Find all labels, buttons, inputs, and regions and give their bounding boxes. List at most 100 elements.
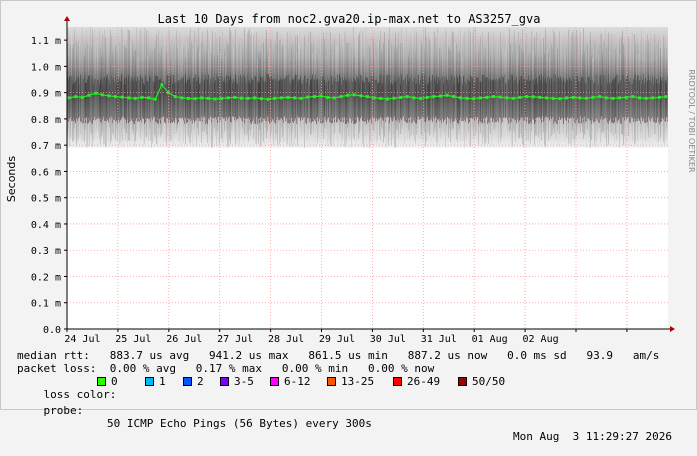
legend-swatch — [97, 377, 106, 386]
y-tick-label: 0.8 m — [31, 115, 61, 126]
series-point — [293, 96, 296, 100]
series-point — [624, 95, 628, 99]
series-point — [439, 94, 442, 98]
series-point — [107, 94, 111, 98]
legend-item-label: 3-5 — [234, 375, 254, 388]
series-point — [352, 93, 356, 97]
y-tick-label: 0.3 m — [31, 246, 61, 257]
series-point — [359, 94, 363, 98]
series-point — [372, 96, 376, 100]
series-point — [273, 96, 277, 100]
series-point — [631, 95, 635, 99]
series-point — [193, 97, 197, 101]
smoke-band — [67, 27, 668, 148]
series-point — [638, 96, 641, 100]
series-point — [379, 96, 383, 100]
series-point — [74, 95, 78, 99]
legend-item-label: 2 — [197, 375, 204, 388]
probe-row: probe: 50 ICMP Echo Pings (56 Bytes) eve… — [17, 391, 672, 456]
series-point — [299, 96, 303, 100]
series-point — [326, 95, 330, 99]
series-point — [200, 96, 204, 100]
series-point — [452, 95, 456, 99]
x-tick-label: 02 Aug — [522, 334, 558, 345]
series-point — [644, 96, 648, 100]
series-point — [80, 95, 84, 99]
series-point — [651, 96, 655, 100]
y-tick-label: 1.1 m — [31, 36, 61, 47]
x-axis-arrow — [670, 326, 675, 332]
series-point — [458, 96, 462, 100]
series-point — [160, 83, 164, 87]
series-point — [180, 96, 184, 100]
legend-item-label: 1 — [159, 375, 166, 388]
series-point — [220, 96, 224, 100]
series-point — [94, 91, 97, 95]
legend-swatch — [393, 377, 402, 386]
series-point — [246, 96, 250, 100]
series-point — [432, 95, 436, 99]
rrdtool-credit: RRDTOOL / TOBI OETIKER — [687, 69, 696, 172]
x-tick-label: 27 Jul — [217, 334, 253, 345]
series-point — [657, 95, 661, 99]
y-tick-label: 0.6 m — [31, 167, 61, 178]
series-point — [472, 97, 476, 101]
y-tick-label: 0.1 m — [31, 299, 61, 310]
series-point — [584, 96, 588, 100]
series-point — [100, 93, 104, 97]
series-point — [525, 95, 529, 99]
series-point — [405, 95, 409, 99]
series-point — [332, 96, 336, 100]
series-point — [565, 96, 568, 100]
x-tick-label: 30 Jul — [370, 334, 406, 345]
series-point — [578, 96, 582, 100]
series-point — [67, 96, 71, 100]
series-point — [266, 97, 270, 101]
series-point — [598, 95, 602, 99]
series-point — [226, 96, 230, 100]
series-point — [186, 96, 190, 100]
x-tick-label: 28 Jul — [268, 334, 304, 345]
series-point — [664, 95, 668, 99]
series-point — [319, 94, 323, 98]
series-point — [233, 95, 237, 99]
legend-item-label: 26-49 — [407, 375, 441, 388]
series-point — [505, 96, 509, 100]
series-point — [392, 96, 396, 100]
legend-swatch — [270, 377, 279, 386]
series-point — [618, 96, 622, 100]
series-point — [306, 95, 310, 99]
series-point — [133, 96, 137, 100]
series-point — [571, 95, 575, 99]
legend-item-label: 13-25 — [341, 375, 375, 388]
series-point — [485, 95, 489, 99]
series-point — [153, 97, 157, 101]
series-point — [127, 96, 131, 100]
x-tick-label: 25 Jul — [115, 334, 151, 345]
series-point — [312, 95, 316, 99]
series-point — [511, 96, 515, 100]
probe-label: probe: — [43, 404, 84, 417]
series-point — [551, 96, 555, 100]
series-point — [385, 97, 389, 101]
series-point — [538, 95, 542, 99]
series-point — [498, 95, 502, 99]
probe-text: 50 ICMP Echo Pings (56 Bytes) every 300s — [107, 417, 372, 430]
legend-swatch — [145, 377, 154, 386]
series-point — [113, 95, 117, 99]
chart-frame: 0.0 0.1 m 0.2 m 0.3 m 0.4 m 0.5 m 0.6 m 0.7 m 0.… — [0, 0, 697, 443]
legend-item-label: 6-12 — [284, 375, 311, 388]
series-point — [240, 96, 243, 100]
legend-swatch — [183, 377, 192, 386]
series-point — [399, 95, 403, 99]
series-point — [206, 96, 210, 100]
legend-swatch — [327, 377, 336, 386]
series-point — [339, 95, 343, 99]
x-tick-label: 26 Jul — [166, 334, 202, 345]
series-point — [147, 96, 151, 100]
series-point — [87, 93, 91, 97]
packet-loss-stats: packet loss: 0.00 % avg 0.17 % max 0.00 … — [17, 362, 435, 375]
series-point — [173, 95, 177, 99]
series-point — [346, 93, 350, 97]
probe-timestamp: Mon Aug 3 11:29:27 2026 — [513, 430, 672, 443]
